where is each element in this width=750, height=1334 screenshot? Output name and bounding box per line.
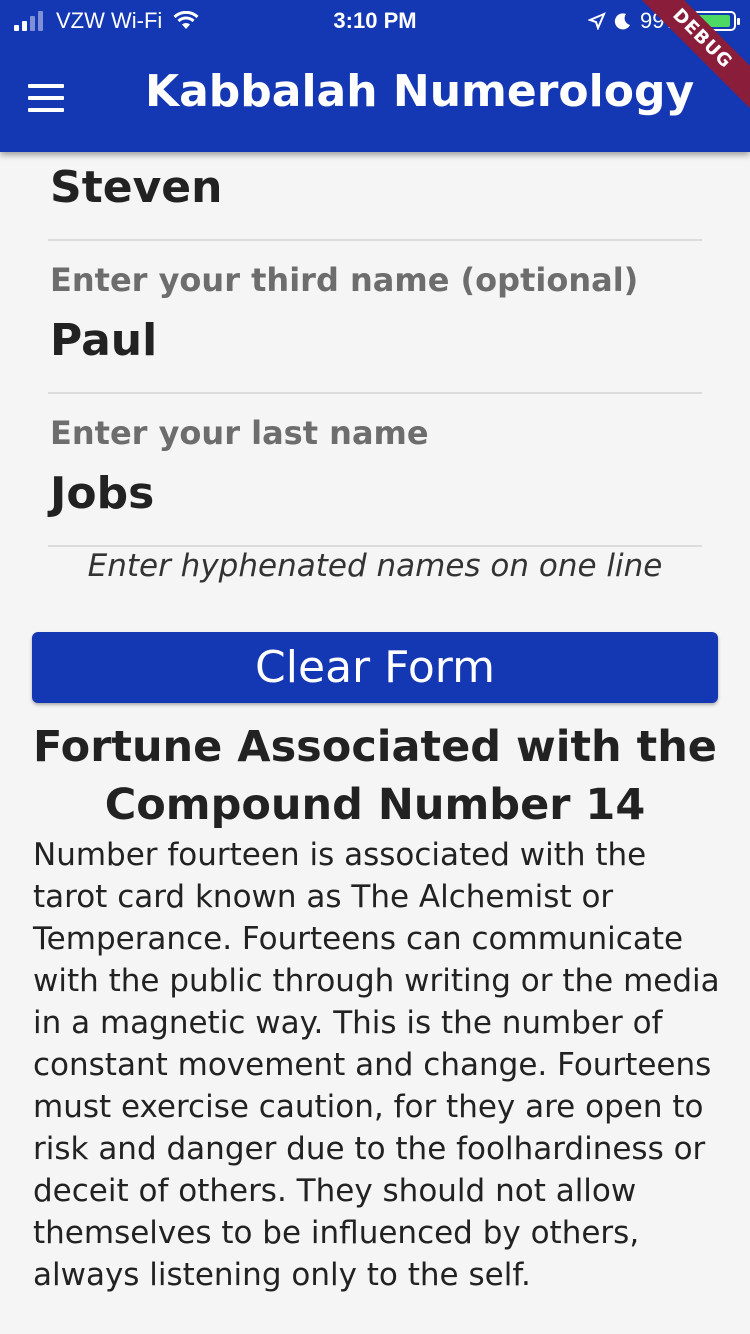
moon-icon	[614, 13, 630, 30]
clear-form-button[interactable]: Clear Form	[32, 632, 718, 703]
third-name-value[interactable]: Paul	[50, 315, 157, 366]
second-name-value[interactable]: Steven	[50, 162, 222, 213]
last-name-label: Enter your last name	[50, 414, 429, 452]
status-bar: VZW Wi-Fi 3:10 PM 99%	[0, 0, 750, 44]
third-name-label: Enter your third name (optional)	[50, 261, 639, 299]
last-name-field[interactable]: Enter your last name Jobs	[48, 394, 702, 547]
hyphen-hint: Enter hyphenated names on one line	[87, 548, 663, 584]
hamburger-menu-icon[interactable]	[28, 78, 84, 118]
third-name-field[interactable]: Enter your third name (optional) Paul	[48, 241, 702, 394]
app-title: Kabbalah Numerology	[145, 66, 695, 117]
second-name-field[interactable]: Steven	[48, 152, 702, 241]
location-icon	[587, 12, 606, 30]
app-bar: VZW Wi-Fi 3:10 PM 99%	[0, 0, 750, 152]
fortune-body: Number fourteen is associated with the t…	[33, 837, 720, 1293]
last-name-value[interactable]: Jobs	[50, 468, 154, 519]
fortune-title: Fortune Associated with the Compound Num…	[33, 722, 717, 830]
app-screen: VZW Wi-Fi 3:10 PM 99%	[0, 0, 750, 1334]
